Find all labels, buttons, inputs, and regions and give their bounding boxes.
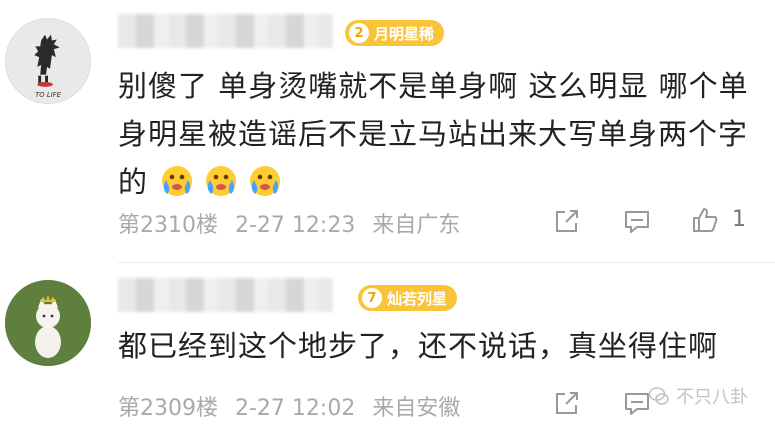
- badge-label: 月明星稀: [374, 24, 435, 43]
- badge-level: 7: [362, 288, 382, 308]
- svg-text:TO LIFE: TO LIFE: [35, 91, 61, 99]
- badge-label: 灿若列星: [387, 289, 448, 308]
- avatar-image: TO LIFE: [6, 19, 90, 103]
- avatar[interactable]: TO LIFE: [5, 18, 91, 104]
- share-button[interactable]: [552, 388, 582, 418]
- floor-number: 第2309楼: [118, 396, 218, 421]
- crying-face-emoji-icon: [158, 162, 196, 198]
- avatar-image: [5, 280, 91, 366]
- floor-number: 第2310楼: [118, 213, 218, 238]
- like-count: 1: [732, 207, 746, 232]
- fan-level-badge: 7 灿若列星: [358, 285, 458, 311]
- comment-source: 来自安徽: [372, 396, 461, 421]
- comment-source: 来自广东: [372, 213, 461, 238]
- reply-button[interactable]: [622, 206, 652, 236]
- share-icon: [556, 392, 578, 414]
- badge-level: 2: [349, 23, 369, 43]
- watermark-text: 不只八卦: [676, 387, 748, 408]
- comment-icon: [625, 211, 649, 233]
- divider: [118, 262, 775, 263]
- comment-text: 都已经到这个地步了，还不说话，真坐得住啊: [118, 329, 719, 363]
- share-icon: [556, 210, 578, 232]
- comment-meta: 第2310楼 2-27 12:23 来自广东: [118, 207, 470, 239]
- wechat-icon: [648, 387, 669, 405]
- username-blurred[interactable]: [118, 278, 333, 312]
- username-blurred[interactable]: [118, 14, 333, 48]
- comment-item-1: TO LIFE 2 月明星稀 别傻了 单身烫嘴就不是单身啊 这么明显 哪个单身明…: [0, 0, 775, 263]
- comment-meta: 第2309楼 2-27 12:02 来自安徽: [118, 390, 470, 422]
- avatar[interactable]: [5, 280, 91, 366]
- comment-text: 别傻了 单身烫嘴就不是单身啊 这么明显 哪个单身明星被造谣后不是立马站出来大写单…: [118, 69, 749, 199]
- fan-level-badge: 2 月明星稀: [345, 20, 445, 46]
- crying-face-emoji-icon: [202, 162, 240, 198]
- like-button[interactable]: [690, 205, 720, 235]
- thumbs-up-icon: [693, 208, 718, 232]
- wechat-watermark: 不只八卦: [648, 383, 748, 409]
- crying-face-emoji-icon: [246, 162, 284, 198]
- comment-time: 2-27 12:02: [235, 396, 356, 421]
- share-button[interactable]: [552, 206, 582, 236]
- comment-icon: [625, 393, 649, 415]
- comment-time: 2-27 12:23: [235, 213, 356, 238]
